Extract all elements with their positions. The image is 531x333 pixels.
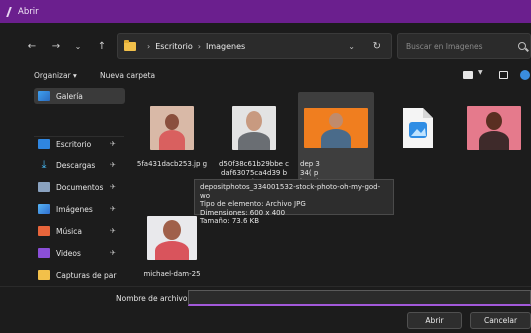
gallery-icon <box>38 91 50 101</box>
file-item[interactable]: d50f38c61b29bbe cdaf63075ca4d39 b8.jpg <box>218 100 290 190</box>
photo-thumbnail <box>147 216 197 260</box>
sidebar-item-escritorio[interactable]: Escritorio <box>38 137 91 151</box>
arrow-left-icon[interactable]: ← <box>24 38 40 54</box>
pin-icon[interactable]: ✈ <box>110 227 116 235</box>
file-item[interactable] <box>382 100 454 180</box>
open-button[interactable]: Abrir <box>407 312 462 329</box>
sidebar-item-documentos[interactable]: Documentos <box>38 180 103 194</box>
sidebar-item-descargas[interactable]: ⤓ Descargas <box>38 158 96 172</box>
file-thumbnail <box>382 100 454 156</box>
music-icon <box>38 226 50 236</box>
sidebar-item-galeria[interactable]: Galería <box>34 88 125 104</box>
download-icon: ⤓ <box>41 158 47 171</box>
title-bar: Abrir <box>0 0 531 23</box>
image-file-icon <box>403 108 433 148</box>
file-name: 5fa431dacb253.jp g <box>136 160 208 168</box>
photo-thumbnail <box>232 106 276 150</box>
sidebar-item-imagenes[interactable]: Imágenes <box>38 202 93 216</box>
search-icon[interactable] <box>518 42 526 50</box>
sidebar-item-label: Descargas <box>56 160 96 170</box>
search-box[interactable] <box>397 33 531 59</box>
chevron-down-icon[interactable]: ⌄ <box>70 38 86 54</box>
view-options-icon[interactable] <box>463 71 473 79</box>
tooltip-filename: depositphotos_334001532-stock-photo-oh-m… <box>200 183 381 200</box>
preview-pane-icon[interactable] <box>499 71 508 79</box>
navigation-bar: ← → ⌄ ↑ › Escritorio › Imagenes ⌄ ↻ <box>0 33 531 59</box>
photo-thumbnail <box>150 106 194 150</box>
sidebar-item-label: Videos <box>56 248 81 258</box>
folder-icon <box>124 39 136 51</box>
photo-thumbnail <box>304 108 368 148</box>
sidebar-item-musica[interactable]: Música <box>38 224 82 238</box>
file-thumbnail <box>300 100 372 156</box>
arrow-right-icon[interactable]: → <box>48 38 64 54</box>
file-thumbnail <box>136 210 208 266</box>
sidebar-item-label: Escritorio <box>56 139 92 149</box>
breadcrumb-imagenes[interactable]: Imagenes <box>206 42 245 51</box>
file-item[interactable] <box>458 100 530 180</box>
sidebar-item-label: Documentos <box>56 182 104 192</box>
file-thumbnail <box>458 100 530 156</box>
documents-icon <box>38 182 50 192</box>
photo-thumbnail <box>467 106 521 150</box>
file-thumbnail <box>136 100 208 156</box>
desktop-icon <box>38 139 50 149</box>
file-item[interactable]: 5fa431dacb253.jp g <box>136 100 208 180</box>
app-icon <box>6 7 12 17</box>
pin-icon[interactable]: ✈ <box>110 140 116 148</box>
chevron-right-icon[interactable]: › <box>198 42 201 51</box>
command-bar: Organizar ▾ Nueva carpeta ▼ <box>0 66 531 84</box>
sidebar-item-label: Capturas de par <box>56 270 117 280</box>
file-item[interactable]: michael-dam-25 <box>136 210 208 280</box>
tooltip-size: Tamaño: 73.6 KB <box>200 217 260 225</box>
bottom-panel: Nombre de archivo: Abrir Cancelar <box>0 286 531 333</box>
navigation-pane: Galería Escritorio ✈ ⤓ Descargas ✈ Docum… <box>0 84 128 286</box>
tooltip-type: Tipo de elemento: Archivo JPG <box>200 200 306 208</box>
help-icon[interactable] <box>520 70 530 80</box>
refresh-icon[interactable]: ↻ <box>373 41 381 52</box>
file-thumbnail <box>218 100 290 156</box>
filename-label: Nombre de archivo: <box>116 294 190 303</box>
file-info-tooltip: depositphotos_334001532-stock-photo-oh-m… <box>194 179 394 225</box>
new-folder-button[interactable]: Nueva carpeta <box>100 71 155 80</box>
sidebar-item-label: Galería <box>56 91 83 101</box>
window-title: Abrir <box>18 6 39 17</box>
chevron-right-icon[interactable]: › <box>147 42 150 51</box>
images-icon <box>38 204 50 214</box>
sidebar-item-label: Imágenes <box>56 204 93 214</box>
chevron-down-icon[interactable]: ▼ <box>478 69 483 76</box>
pin-icon[interactable]: ✈ <box>110 183 116 191</box>
arrow-up-icon[interactable]: ↑ <box>94 38 110 54</box>
address-dropdown-icon[interactable]: ⌄ <box>348 42 355 51</box>
search-input[interactable] <box>406 41 506 51</box>
sidebar-item-capturas[interactable]: Capturas de par <box>38 268 116 282</box>
pin-icon[interactable]: ✈ <box>110 249 116 257</box>
file-name: michael-dam-25 <box>143 270 201 278</box>
pin-icon[interactable]: ✈ <box>110 161 116 169</box>
filename-input[interactable] <box>188 290 531 306</box>
cancel-button[interactable]: Cancelar <box>470 312 531 329</box>
tooltip-dimensions: Dimensiones: 600 x 400 <box>200 208 286 217</box>
breadcrumb-escritorio[interactable]: Escritorio <box>155 42 193 51</box>
sidebar-item-label: Música <box>56 226 82 236</box>
sidebar-item-videos[interactable]: Videos <box>38 246 81 260</box>
videos-icon <box>38 248 50 258</box>
folder-icon <box>38 270 50 280</box>
pin-icon[interactable]: ✈ <box>110 205 116 213</box>
organize-menu-button[interactable]: Organizar ▾ <box>34 71 77 80</box>
address-bar[interactable]: › Escritorio › Imagenes ⌄ ↻ <box>117 33 392 59</box>
